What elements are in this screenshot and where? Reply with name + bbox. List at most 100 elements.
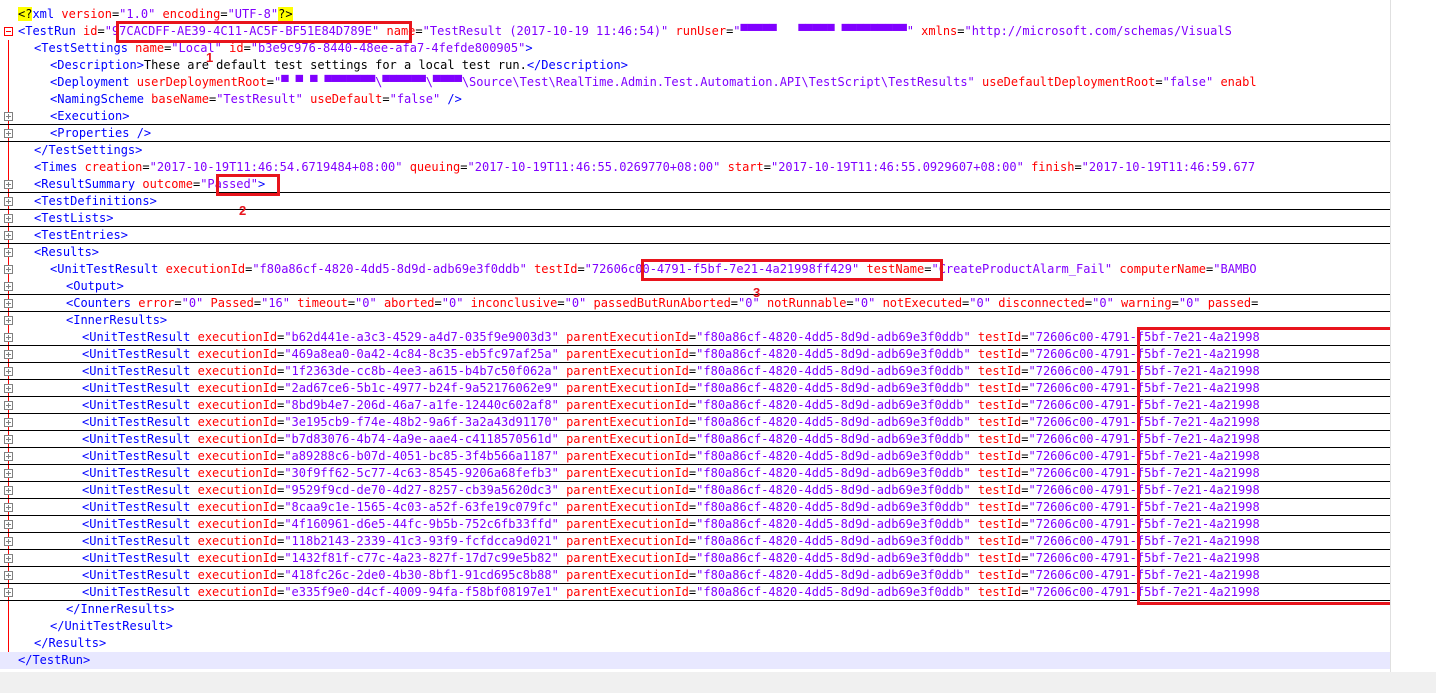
xml-token: <UnitTestResult	[82, 500, 198, 514]
xml-token: <UnitTestResult	[82, 398, 198, 412]
xml-token: =	[1074, 160, 1082, 174]
fold-expand-icon[interactable]	[4, 129, 13, 138]
fold-expand-icon[interactable]	[4, 214, 13, 223]
xml-token: <InnerResults>	[66, 313, 168, 327]
fold-expand-icon[interactable]	[4, 571, 13, 580]
xml-token: "3e195cb9-f74e-48b2-9a6f-3a2a43d91170"	[284, 415, 559, 429]
code-line[interactable]: <Execution>	[0, 108, 1390, 125]
xml-token: ?>	[278, 7, 293, 21]
code-line[interactable]: <ResultSummary outcome="Passed">	[0, 176, 1390, 193]
xml-token: =	[1021, 483, 1029, 497]
fold-expand-icon[interactable]	[4, 367, 13, 376]
annotation-box-outcome	[216, 174, 280, 196]
fold-expand-icon[interactable]	[4, 299, 13, 308]
fold-expand-icon[interactable]	[4, 384, 13, 393]
xml-token: testId	[970, 534, 1022, 548]
fold-expand-icon[interactable]	[4, 265, 13, 274]
code-line[interactable]: <NamingScheme baseName = "TestResult" useD…	[0, 91, 1390, 108]
fold-expand-icon[interactable]	[4, 112, 13, 121]
xml-token: executionId	[197, 364, 278, 378]
code-line-text: <UnitTestResult executionId = "b7d83076-4b…	[82, 431, 1260, 448]
fold-expand-icon[interactable]	[4, 248, 13, 257]
code-line-text: <TestLists>	[34, 210, 113, 227]
fold-expand-icon[interactable]	[4, 469, 13, 478]
xml-editor[interactable]: <?xml version="1.0" encoding="UTF-8"?> <T…	[0, 0, 1390, 672]
code-line-text: <UnitTestResult executionId = "118b2143-23…	[82, 533, 1260, 550]
xml-token: <UnitTestResult	[82, 466, 198, 480]
fold-expand-icon[interactable]	[4, 503, 13, 512]
fold-expand-icon[interactable]	[4, 401, 13, 410]
xml-token: useDefaultDeploymentRoot	[974, 75, 1156, 89]
code-line-text: <UnitTestResult executionId = "30f9ff62-5c…	[82, 465, 1260, 482]
xml-token: "UTF-8"	[227, 7, 279, 21]
horizontal-scrollbar[interactable]	[0, 672, 1436, 693]
fold-expand-icon[interactable]	[4, 520, 13, 529]
code-line[interactable]: <Times creation="2017-10-19T11:46:54.671…	[0, 159, 1390, 176]
fold-expand-icon[interactable]	[4, 350, 13, 359]
xml-token: "0"	[181, 296, 204, 310]
xml-token: <UnitTestResult	[82, 364, 198, 378]
xml-token: testId	[970, 483, 1022, 497]
xml-token: id	[83, 24, 98, 38]
code-line[interactable]: </TestSettings>	[0, 142, 1390, 159]
xml-token: =	[1021, 330, 1029, 344]
xml-token: parentExecutionId	[558, 466, 689, 480]
xml-token: <?	[18, 7, 33, 21]
xml-token: "Local"	[171, 41, 222, 55]
code-line[interactable]: <Counters error="0" Passed="16" timeout=…	[0, 295, 1390, 312]
code-line[interactable]: <Properties />	[0, 125, 1390, 142]
xml-token: =	[1155, 75, 1163, 89]
fold-expand-icon[interactable]	[4, 197, 13, 206]
code-line[interactable]: </TestRun>	[0, 652, 1390, 669]
xml-token: </Results>	[34, 636, 107, 650]
xml-token: timeout	[290, 296, 348, 310]
xml-token: "b62d441e-a3c3-4529-a4d7-035f9e9003d3"	[284, 330, 559, 344]
xml-token: </TestRun>	[18, 653, 91, 667]
xml-token: parentExecutionId	[558, 449, 689, 463]
xml-token: testId	[970, 432, 1022, 446]
xml-token: "f80a86cf-4820-4dd5-8d9d-adb69e3f0ddb"	[696, 517, 971, 531]
xml-token: =	[1171, 296, 1179, 310]
xml-token: =	[1021, 449, 1029, 463]
xml-token: =	[347, 296, 356, 310]
code-line[interactable]: </UnitTestResult>	[0, 618, 1390, 635]
xml-token: "TestResult (2017-10-19 11:46:54)"	[422, 24, 669, 38]
code-line[interactable]: <TestLists>	[0, 210, 1390, 227]
xml-token: =	[97, 24, 105, 38]
code-line-text: <NamingScheme baseName = "TestResult" useD…	[50, 91, 462, 108]
fold-expand-icon[interactable]	[4, 435, 13, 444]
fold-expand-icon[interactable]	[4, 537, 13, 546]
fold-expand-icon[interactable]	[4, 452, 13, 461]
fold-expand-icon[interactable]	[4, 554, 13, 563]
xml-token: "1432f81f-c77c-4a23-827f-17d7c99e5b82"	[284, 551, 559, 565]
xml-token: outcome	[142, 177, 193, 191]
fold-expand-icon[interactable]	[4, 333, 13, 342]
code-line-text: <UnitTestResult executionId = "4f160961-d6…	[82, 516, 1260, 533]
fold-expand-icon[interactable]	[4, 282, 13, 291]
xml-token: parentExecutionId	[558, 415, 689, 429]
xml-token: "false"	[1162, 75, 1214, 89]
fold-expand-icon[interactable]	[4, 588, 13, 597]
xml-token: <UnitTestResult	[82, 517, 198, 531]
code-line[interactable]: <Deployment userDeploymentRoot="▀ ▀ ▀ ▀▀…	[0, 74, 1390, 91]
fold-expand-icon[interactable]	[4, 418, 13, 427]
fold-expand-icon[interactable]	[4, 231, 13, 240]
xml-token: "CreateProductAlarm_Fail"	[931, 262, 1113, 276]
xml-token: =	[1021, 398, 1029, 412]
xml-token: executionId	[197, 500, 278, 514]
xml-token: "f80a86cf-4820-4dd5-8d9d-adb69e3f0ddb"	[696, 500, 971, 514]
xml-token: =	[415, 24, 423, 38]
code-line[interactable]: </Results>	[0, 635, 1390, 652]
code-line-text: <UnitTestResult executionId = "9529f9cd-de…	[82, 482, 1260, 499]
code-line[interactable]: <TestEntries>	[0, 227, 1390, 244]
code-line[interactable]: <TestDefinitions>	[0, 193, 1390, 210]
fold-collapse-icon[interactable]	[4, 27, 13, 36]
xml-token: <UnitTestResult	[82, 330, 198, 344]
xml-token: testId	[970, 330, 1022, 344]
fold-expand-icon[interactable]	[4, 180, 13, 189]
xml-token: computerName	[1112, 262, 1207, 276]
xml-token: parentExecutionId	[558, 330, 689, 344]
fold-expand-icon[interactable]	[4, 486, 13, 495]
xml-token: parentExecutionId	[558, 551, 689, 565]
fold-expand-icon[interactable]	[4, 316, 13, 325]
